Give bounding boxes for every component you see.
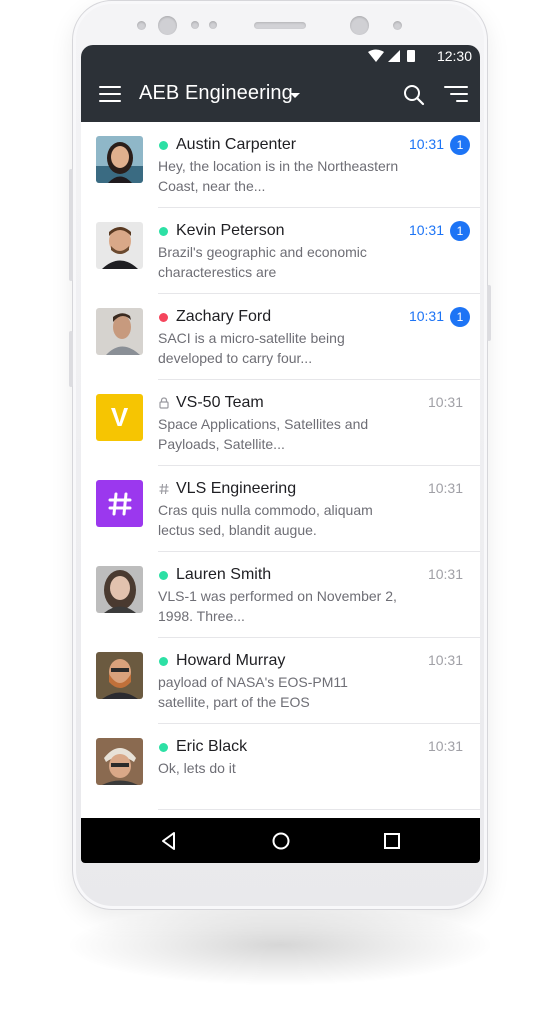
- avatar: [96, 136, 143, 183]
- status-bar: 12:30: [81, 45, 480, 67]
- online-status-icon: [159, 742, 168, 752]
- front-sensor: [350, 16, 369, 35]
- sensor-dot: [393, 21, 402, 30]
- unread-badge: 1: [450, 307, 470, 327]
- power-button: [487, 285, 491, 341]
- hash-avatar-icon: [108, 492, 131, 515]
- home-icon[interactable]: [269, 829, 293, 853]
- status-icons: [368, 49, 415, 62]
- message-time: 10:31: [427, 652, 463, 668]
- message-preview: Brazil's geographic and economic charact…: [158, 244, 367, 280]
- online-status-icon: [159, 140, 168, 150]
- search-icon[interactable]: [403, 84, 425, 106]
- room-item-howard-murray[interactable]: Howard Murray payload of NASA's EOS-PM11…: [81, 638, 480, 724]
- front-camera: [158, 16, 177, 35]
- message-time: 10:31: [427, 738, 463, 754]
- sort-icon[interactable]: [444, 86, 468, 104]
- message-preview: Space Applications, Satellites and Paylo…: [158, 416, 369, 452]
- sensor-dot: [137, 21, 146, 30]
- sensor-dot: [191, 21, 199, 29]
- busy-status-icon: [159, 312, 168, 322]
- room-name: VLS Engineering: [176, 480, 297, 497]
- status-time: 12:30: [436, 48, 472, 64]
- volume-button: [69, 169, 73, 281]
- room-item-zachary-ford[interactable]: Zachary Ford SACI is a micro-satellite b…: [81, 294, 480, 380]
- avatar-letter: V: [110, 402, 129, 432]
- avatar: [96, 308, 143, 355]
- workspace-title[interactable]: AEB Engineering: [139, 82, 293, 105]
- earpiece-speaker: [254, 22, 306, 29]
- side-button: [69, 331, 73, 387]
- avatar: [96, 222, 143, 269]
- back-icon[interactable]: [157, 829, 181, 853]
- message-preview: Cras quis nulla commodo, aliquam lectus …: [158, 502, 373, 538]
- room-item-vs-50-team[interactable]: V VS-50 Team Space Applications, Satelli…: [81, 380, 480, 466]
- menu-icon[interactable]: [99, 86, 121, 104]
- dropdown-caret-icon[interactable]: [290, 93, 300, 98]
- room-item-kevin-peterson[interactable]: Kevin Peterson Brazil's geographic and e…: [81, 208, 480, 294]
- message-preview: payload of NASA's EOS-PM11 satellite, pa…: [158, 674, 348, 710]
- message-time: 10:31: [427, 480, 463, 496]
- unread-badge: 1: [450, 221, 470, 241]
- wifi-icon: [368, 49, 384, 62]
- message-time: 10:31: [408, 136, 444, 152]
- online-status-icon: [159, 570, 168, 580]
- online-status-icon: [159, 656, 168, 666]
- message-time: 10:31: [427, 566, 463, 582]
- message-time: 10:31: [408, 222, 444, 238]
- phone-shadow: [70, 905, 490, 985]
- message-time: 10:31: [427, 394, 463, 410]
- room-name: VS-50 Team: [176, 394, 264, 411]
- divider: [158, 809, 480, 810]
- message-preview: SACI is a micro-satellite being develope…: [158, 330, 345, 366]
- recents-icon[interactable]: [380, 829, 404, 853]
- avatar: [96, 480, 143, 527]
- signal-icon: [388, 50, 400, 62]
- system-nav-bar: [81, 818, 480, 863]
- message-preview: Ok, lets do it: [158, 760, 236, 776]
- message-preview: Hey, the location is in the Northeastern…: [158, 158, 399, 194]
- room-name: Zachary Ford: [176, 308, 272, 325]
- room-name: Howard Murray: [176, 652, 286, 669]
- avatar: [96, 652, 143, 699]
- app-bar: AEB Engineering: [81, 67, 480, 122]
- message-preview: VLS-1 was performed on November 2, 1998.…: [158, 588, 397, 624]
- avatar: V: [96, 394, 143, 441]
- phone-screen: 12:30 AEB Engineering Austin Carpenter H…: [81, 45, 480, 863]
- room-item-vls-engineering[interactable]: VLS Engineering Cras quis nulla commodo,…: [81, 466, 480, 552]
- message-time: 10:31: [408, 308, 444, 324]
- room-item-lauren-smith[interactable]: Lauren Smith VLS-1 was performed on Nove…: [81, 552, 480, 638]
- lock-icon: [159, 397, 169, 409]
- room-name: Austin Carpenter: [176, 136, 297, 153]
- room-name: Kevin Peterson: [176, 222, 285, 239]
- unread-badge: 1: [450, 135, 470, 155]
- battery-icon: [407, 50, 415, 62]
- avatar: [96, 566, 143, 613]
- online-status-icon: [159, 226, 168, 236]
- avatar: [96, 738, 143, 785]
- hash-icon: [159, 483, 169, 495]
- room-name: Eric Black: [176, 738, 248, 755]
- room-item-eric-black[interactable]: Eric Black Ok, lets do it 10:31: [81, 724, 480, 810]
- room-list: Austin Carpenter Hey, the location is in…: [81, 122, 480, 810]
- sensor-dot: [209, 21, 217, 29]
- room-item-austin-carpenter[interactable]: Austin Carpenter Hey, the location is in…: [81, 122, 480, 208]
- room-name: Lauren Smith: [176, 566, 272, 583]
